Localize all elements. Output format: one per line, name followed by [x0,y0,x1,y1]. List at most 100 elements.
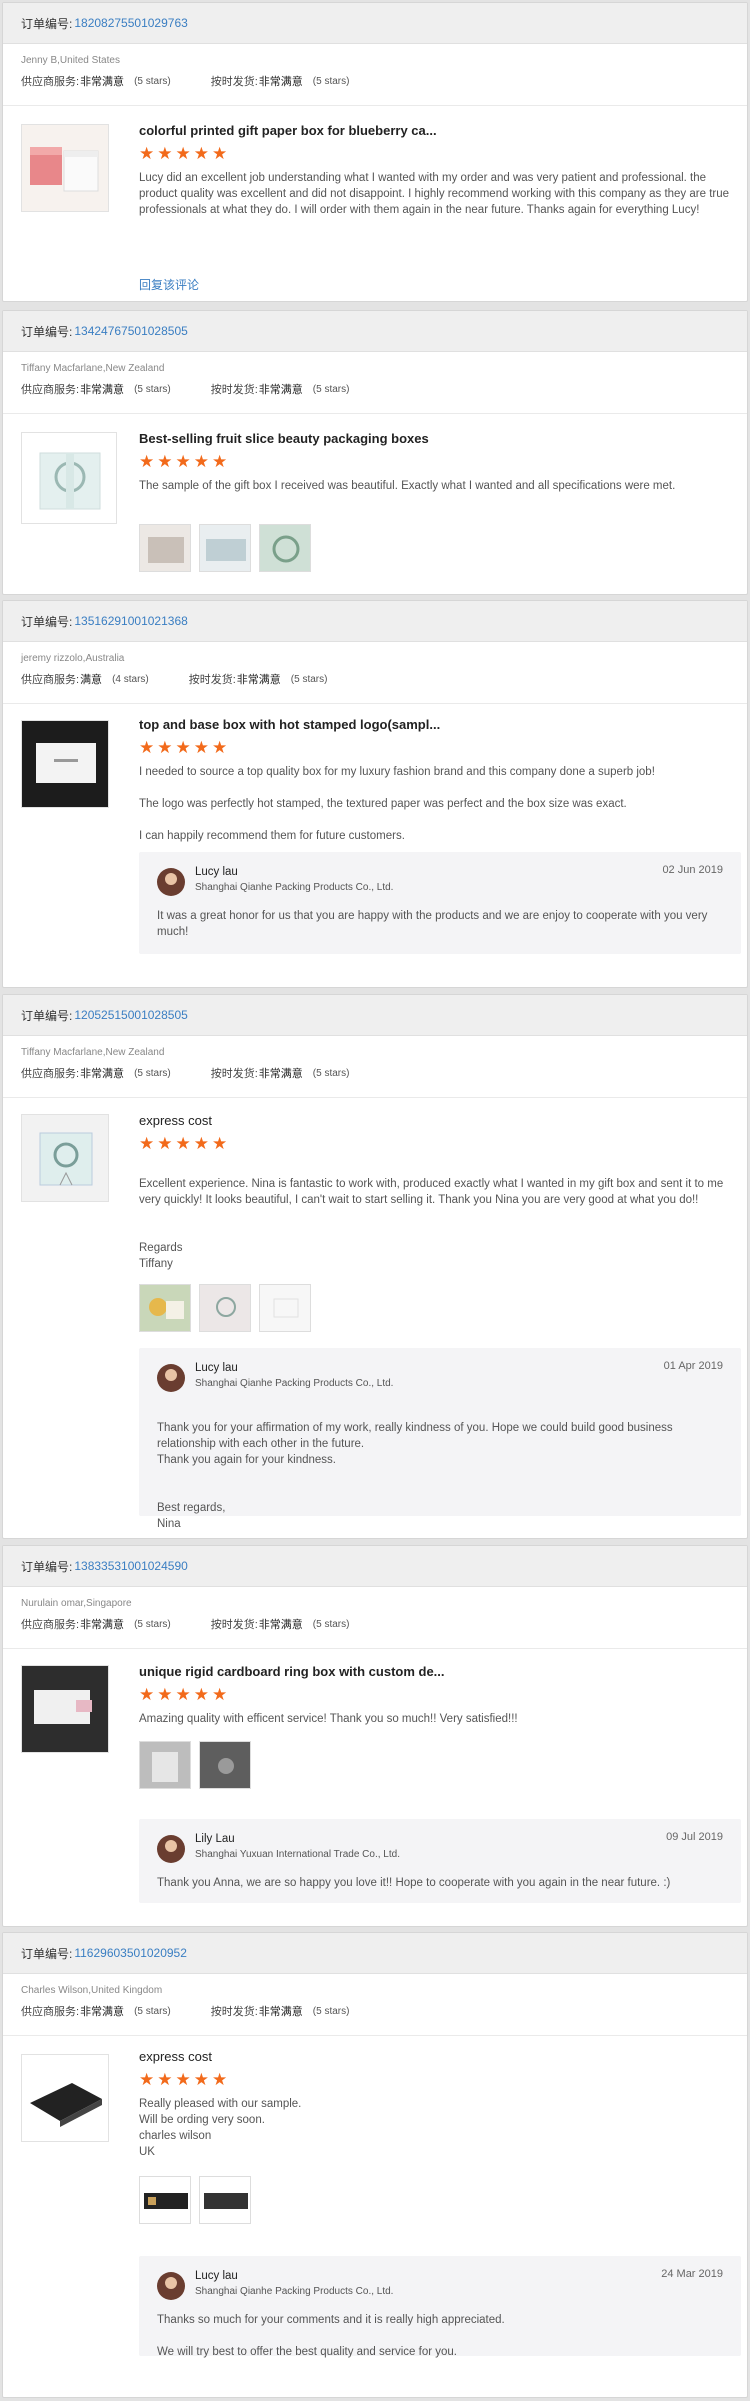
star-icon: ★ [139,144,155,163]
buyer-name: Jenny B,United States [21,55,120,66]
reply-author: Lucy lau [195,866,238,878]
on-time-label: 按时发货: [210,1619,258,1631]
star-icon: ★ [157,144,173,163]
product-title[interactable]: unique rigid cardboard ring box with cus… [139,1663,739,1681]
buyer-name: Tiffany Macfarlane,New Zealand [21,363,165,374]
star-icon: ★ [175,1685,191,1704]
review-text: Really pleased with our sample. Will be … [139,2096,739,2160]
review-card: 订单编号: 11629603501020952 Charles Wilson,U… [2,1932,748,2398]
review-photo[interactable] [259,1284,311,1332]
star-icon: ★ [139,1685,155,1704]
product-thumbnail[interactable] [21,2054,109,2142]
order-number-label: 订单编号: [21,324,73,339]
reply-paragraph: Thank you Anna, we are so happy you love… [157,1877,671,1889]
supplier-service-label: 供应商服务: [21,1068,80,1080]
order-number-link[interactable]: 13833531001024590 [74,1559,187,1573]
supplier-reply: Lucy lau Shanghai Qianhe Packing Product… [139,1348,741,1530]
reply-paragraph: Thanks so much for your comments and it … [157,2314,505,2326]
star-icon: ★ [175,1134,191,1153]
review-photo[interactable] [139,1741,191,1789]
product-title[interactable]: Best-selling fruit slice beauty packagin… [139,430,739,448]
star-icon: ★ [175,452,191,471]
reply-text: Thanks so much for your comments and it … [157,2312,723,2360]
avatar [157,868,185,896]
order-number-link[interactable]: 12052515001028505 [74,1008,187,1022]
reply-text: Thank you for your affirmation of my wor… [157,1404,723,1538]
star-icon: ★ [139,452,155,471]
buyer-meta: Nurulain omar,Singapore 供应商服务: 非常满意 (5 s… [3,1587,747,1649]
star-icon: ★ [212,452,228,471]
order-number-label: 订单编号: [21,614,73,629]
on-time-label: 按时发货: [210,2006,258,2018]
on-time-label: 按时发货: [210,76,258,88]
on-time-stars: (5 stars) [312,383,350,395]
on-time-stars: (5 stars) [290,673,328,685]
order-number-link[interactable]: 18208275501029763 [74,16,187,30]
product-title[interactable]: express cost [139,1112,739,1130]
buyer-meta: Tiffany Macfarlane,New Zealand 供应商服务: 非常… [3,1036,747,1098]
score-row: 供应商服务: 非常满意 (5 stars) 按时发货: 非常满意 (5 star… [21,2001,729,2021]
rating-stars: ★ ★ ★ ★ ★ [139,1134,739,1153]
review-card: 订单编号: 12052515001028505 Tiffany Macfarla… [2,994,748,1539]
reply-date: 01 Apr 2019 [663,1360,723,1372]
star-icon: ★ [212,144,228,163]
score-row: 供应商服务: 非常满意 (5 stars) 按时发货: 非常满意 (5 star… [21,379,729,399]
order-number-link[interactable]: 11629603501020952 [74,1946,187,1960]
star-icon: ★ [139,1134,155,1153]
reply-company: Shanghai Qianhe Packing Products Co., Lt… [195,882,394,893]
star-icon: ★ [175,2070,191,2089]
reply-review-link[interactable]: 回复该评论 [139,276,199,293]
review-card: 订单编号: 13833531001024590 Nurulain omar,Si… [2,1545,748,1927]
review-photo[interactable] [139,2176,191,2224]
review-paragraph: Lucy did an excellent job understanding … [139,172,730,216]
star-icon: ★ [193,1685,209,1704]
review-photos [139,524,311,572]
review-photo[interactable] [199,1284,251,1332]
rating-stars: ★ ★ ★ ★ ★ [139,144,739,163]
star-icon: ★ [175,738,191,757]
star-icon: ★ [139,738,155,757]
review-photo[interactable] [199,2176,251,2224]
star-icon: ★ [175,144,191,163]
buyer-meta: jeremy rizzolo,Australia 供应商服务: 满意 (4 st… [3,642,747,704]
review-photo[interactable] [139,1284,191,1332]
reply-date: 24 Mar 2019 [661,2268,723,2280]
product-thumbnail[interactable] [21,432,117,524]
order-header: 订单编号: 11629603501020952 [3,1933,747,1974]
product-title[interactable]: top and base box with hot stamped logo(s… [139,716,739,734]
buyer-meta: Jenny B,United States 供应商服务: 非常满意 (5 sta… [3,44,747,106]
order-number-link[interactable]: 13424767501028505 [74,324,187,338]
supplier-stars: (5 stars) [134,1618,171,1630]
reply-author: Lucy lau [195,2270,238,2282]
star-icon: ★ [212,738,228,757]
order-number-link[interactable]: 13516291001021368 [74,614,187,628]
review-photo[interactable] [139,524,191,572]
supplier-service-label: 供应商服务: [21,2006,80,2018]
supplier-stars: (4 stars) [112,673,149,685]
review-photo[interactable] [259,524,311,572]
supplier-reply: Lucy lau Shanghai Qianhe Packing Product… [139,852,741,954]
product-thumbnail[interactable] [21,124,109,212]
product-thumbnail[interactable] [21,1665,109,1753]
buyer-name: jeremy rizzolo,Australia [21,653,125,664]
supplier-score: 非常满意 [80,1619,125,1631]
review-paragraph: I needed to source a top quality box for… [139,766,655,778]
star-icon: ★ [193,738,209,757]
review-paragraph: I can happily recommend them for future … [139,830,405,842]
review-paragraph: The sample of the gift box I received wa… [139,480,676,492]
product-title[interactable]: express cost [139,2048,739,2066]
on-time-score: 非常满意 [258,2006,303,2018]
reply-paragraph: It was a great honor for us that you are… [157,910,708,938]
buyer-meta: Tiffany Macfarlane,New Zealand 供应商服务: 非常… [3,352,747,414]
review-photo[interactable] [199,1741,251,1789]
product-thumbnail[interactable] [21,1114,109,1202]
product-thumbnail[interactable] [21,720,109,808]
product-title[interactable]: colorful printed gift paper box for blue… [139,122,739,140]
avatar [157,1835,185,1863]
order-number-label: 订单编号: [21,16,73,31]
reply-paragraph: We will try best to offer the best quali… [157,2346,457,2358]
rating-stars: ★ ★ ★ ★ ★ [139,452,739,471]
avatar [157,1364,185,1392]
review-photo[interactable] [199,524,251,572]
review-text: Excellent experience. Nina is fantastic … [139,1160,739,1288]
